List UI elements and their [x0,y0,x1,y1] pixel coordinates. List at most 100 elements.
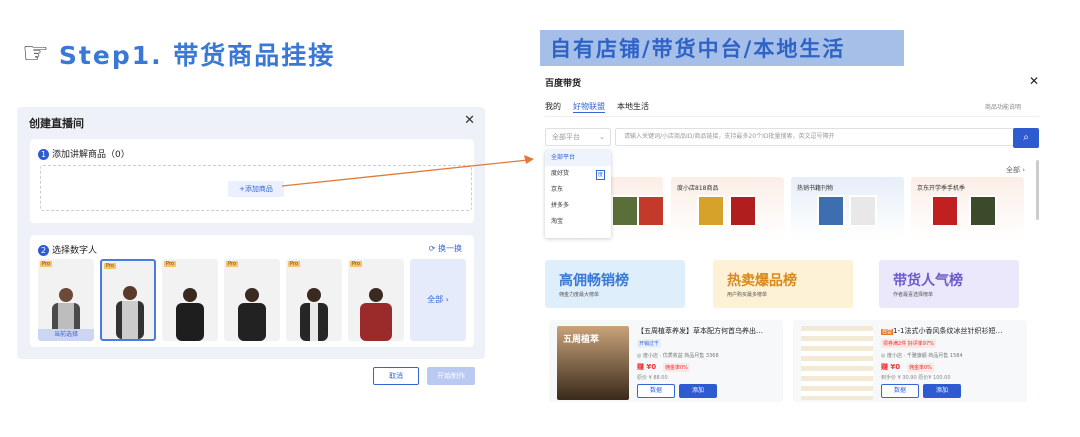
dropdown-item[interactable]: 度好货度 [545,166,611,182]
product-title: 【五周植萃养发】草本配方何首乌养出… [637,327,763,335]
right-title-text: 自有店铺/带货中台/本地生活 [550,37,846,61]
product-image [801,326,873,400]
all-avatars-button[interactable]: 全部 › [410,259,466,341]
step-title: ☞ Step1. 带货商品挂接 [22,36,335,72]
dropdown-item[interactable]: 全部平台 [545,150,611,166]
original-price: 到手价 ¥ 30.90 原价¥ 100.00 [881,375,951,381]
product-meta: ◎ 度小店 · 优质收益 商品月售 3368 [637,353,719,359]
pro-badge: Pro [350,261,362,267]
tab-mine[interactable]: 我的 [545,101,561,113]
person-figure [116,286,144,339]
right-title: 自有店铺/带货中台/本地生活 [540,30,904,66]
product-thumbnail [817,195,845,227]
start-create-button[interactable]: 开始制作 [427,367,475,385]
current-selection-label: 当前选择 [38,329,94,341]
search-button[interactable]: ⌕ [1013,128,1039,148]
tab-bar: 我的 好物联盟 本地生活 [545,101,649,113]
scrollbar[interactable] [1036,160,1039,220]
avatar-option[interactable]: Pro [100,259,156,341]
product-thumbnail [637,195,665,227]
product-tag: 领券满2件 好评率97% [881,339,936,348]
card-title: 热销书籍刊物 [797,185,834,192]
person-figure [300,288,328,341]
person-figure [238,288,266,341]
avatar-option[interactable]: Pro [348,259,404,341]
pro-badge: Pro [40,261,52,267]
product-thumbnail [697,195,725,227]
tab-goods-alliance[interactable]: 好物联盟 [573,101,605,113]
product-thumbnail [729,195,757,227]
category-card[interactable]: 京东开学季手机季 [911,177,1024,239]
product-tag: 开销过千 [637,339,662,348]
help-link[interactable]: 商品功能说明 [985,102,1021,111]
dropdown-item[interactable]: 拼多多 [545,198,611,214]
search-icon: ⌕ [1023,132,1029,143]
product-image: 五周植萃 [557,326,629,400]
category-card[interactable]: 热销书籍刊物 [791,177,904,239]
product-title: 1-1法式小香风条纹冰丝针织衫短… [893,327,1003,335]
chevron-down-icon: ⌄ [599,133,605,141]
create-live-dialog: 创建直播间 ✕ 1 添加讲解商品（0） +添加商品 2 选择数字人 ⟳ 换一换 Pr… [17,107,485,359]
dialog-title: 创建直播间 [29,117,84,130]
product-thumbnail [931,195,959,227]
ranking-title: 带货人气榜 [893,273,963,289]
platform-dropdown: 全部平台 度好货度 京东 拼多多 淘宝 [545,150,611,238]
baidu-product-dialog: 百度带货 ✕ 我的 好物联盟 本地生活 商品功能说明 全部平台 ⌄ 请输入关键词/… [541,70,1047,407]
data-button[interactable]: 数据 [881,384,919,398]
product-thumbnail [611,195,639,227]
ranking-subtitle: 作者最喜选择榜单 [893,292,934,298]
swap-button[interactable]: ⟳ 换一换 [429,243,462,254]
section-title: 添加讲解商品（0） [52,150,130,160]
arrow-connector [281,155,534,187]
original-price: 原价 ¥ 88.00 [637,375,668,381]
ranking-subtitle: 佣金力度最大榜单 [559,292,600,298]
ranking-banner[interactable]: 热卖爆品榜 用户购买最多榜单 [713,260,853,308]
divider [545,116,1039,117]
dropdown-item[interactable]: 淘宝 [545,214,611,230]
pointing-hand-icon: ☞ [22,36,49,71]
tab-local-life[interactable]: 本地生活 [617,101,649,113]
card-title: 度小店818商品 [677,185,719,192]
digital-human-section: 2 选择数字人 ⟳ 换一换 Pro 当前选择 Pro Pro Pro Pro Pr… [30,235,474,347]
cancel-button[interactable]: 取消 [373,367,419,385]
data-button[interactable]: 数据 [637,384,675,398]
commission-price: 赚 ¥0 [637,363,657,371]
pro-badge: Pro [288,261,300,267]
avatar-option[interactable]: Pro 当前选择 [38,259,94,341]
ranking-banner[interactable]: 高佣畅销榜 佣金力度最大榜单 [545,260,685,308]
person-figure [176,288,204,341]
pro-badge: Pro [226,261,238,267]
close-icon[interactable]: ✕ [1029,74,1039,88]
step-number-1: 1 [38,149,49,160]
platform-badge: 度 [595,170,605,180]
ranking-banner[interactable]: 带货人气榜 作者最喜选择榜单 [879,260,1019,308]
dropdown-item[interactable]: 京东 [545,182,611,198]
dialog-title: 百度带货 [545,79,582,89]
close-icon[interactable]: ✕ [464,113,475,128]
product-thumbnail [849,195,877,227]
avatar-option[interactable]: Pro [162,259,218,341]
commission-price: 赚 ¥0 [881,363,901,371]
all-link[interactable]: 全部 › [1006,165,1025,175]
commission-rate: 佣金率0% [907,363,934,372]
step-number-2: 2 [38,245,49,256]
pro-badge: Pro [104,263,116,269]
search-input[interactable]: 请输入关键词/小店商品ID/商品链接，支持最多20个ID批量搜索，英文逗号隔开 [615,128,1015,146]
card-title: 京东开学季手机季 [917,185,966,192]
category-card[interactable]: 度小店818商品 [671,177,784,239]
ranking-title: 高佣畅销榜 [559,273,629,289]
add-button[interactable]: 添加 [679,384,717,398]
product-thumbnail [969,195,997,227]
product-card: 自营1-1法式小香风条纹冰丝针织衫短… 领券满2件 好评率97% ◎ 度小店 ·… [793,320,1027,402]
person-figure [360,288,392,341]
product-card: 五周植萃 【五周植萃养发】草本配方何首乌养出… 开销过千 ◎ 度小店 · 优质收… [549,320,783,402]
add-button[interactable]: 添加 [923,384,961,398]
platform-select[interactable]: 全部平台 ⌄ [545,128,611,146]
avatar-option[interactable]: Pro [224,259,280,341]
commission-rate: 佣金率0% [663,363,690,372]
avatar-option[interactable]: Pro [286,259,342,341]
product-meta: ◎ 度小店 · 千雅旗舰 商品月售 1584 [881,353,963,359]
section-title: 选择数字人 [52,246,98,256]
self-operated-badge: 自营 [881,329,894,335]
pro-badge: Pro [164,261,176,267]
